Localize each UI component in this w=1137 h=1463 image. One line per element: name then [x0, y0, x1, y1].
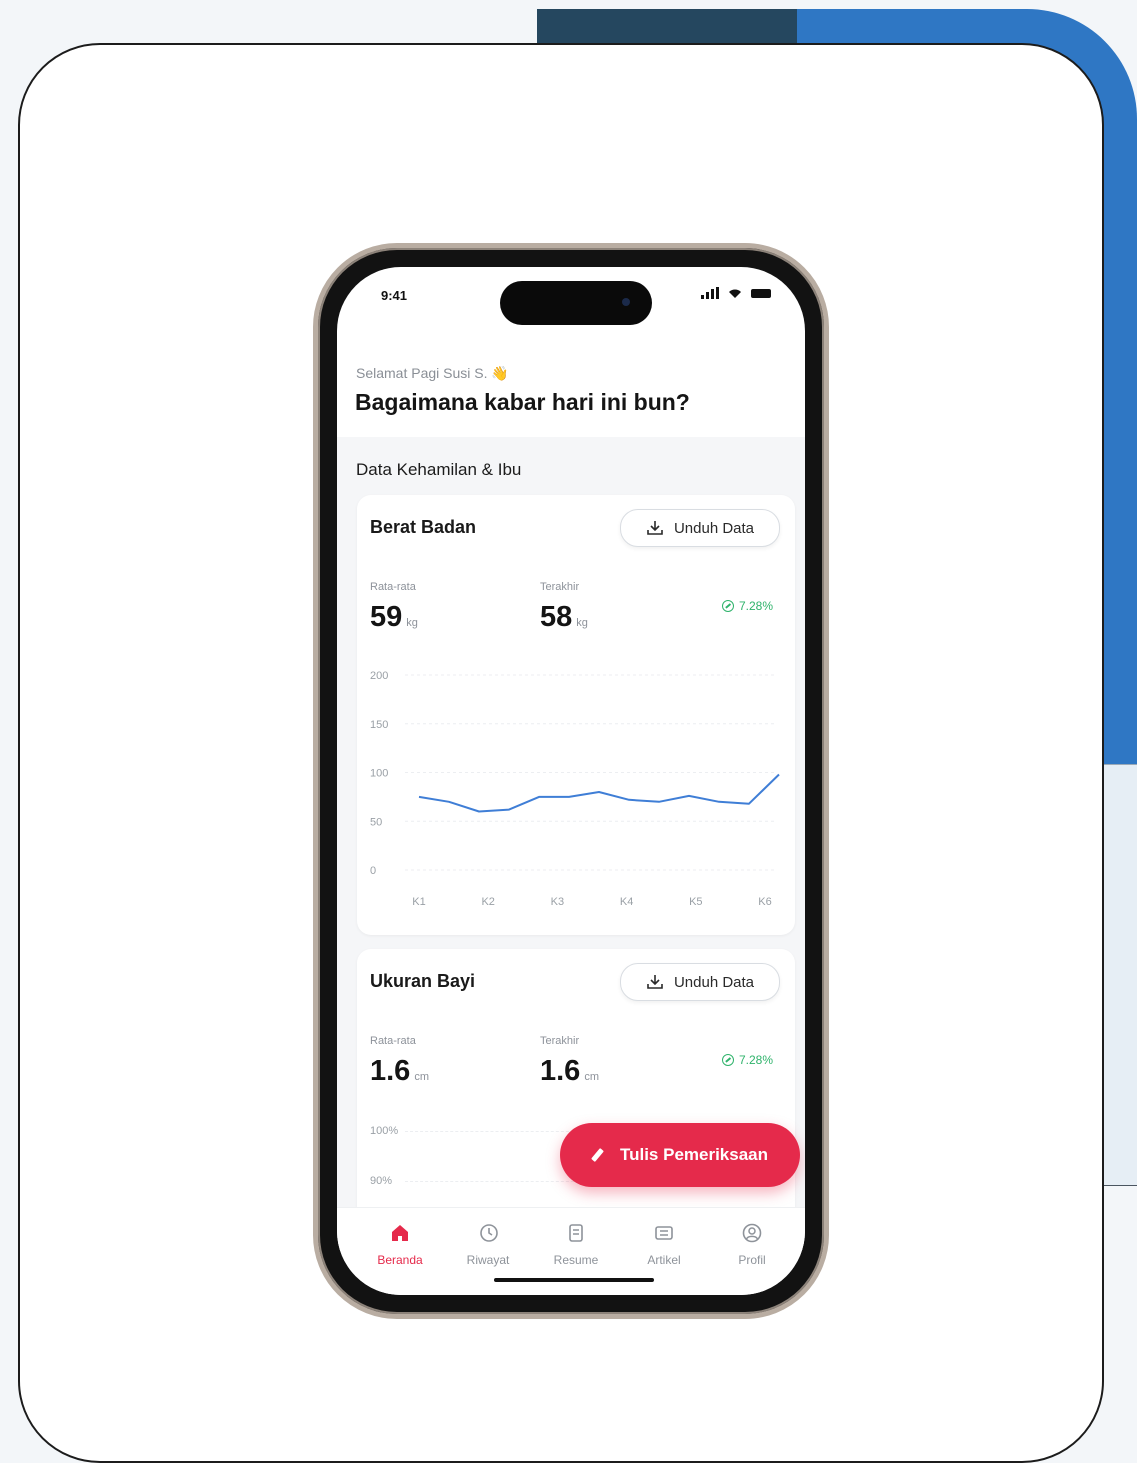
baby-avg-unit: cm [414, 1071, 429, 1083]
tab-riwayat[interactable]: Riwayat [448, 1222, 528, 1267]
home-indicator [494, 1278, 654, 1282]
weight-last-label: Terakhir [540, 581, 580, 593]
wifi-icon [729, 289, 741, 298]
chart-x-tick: K3 [551, 896, 564, 908]
chart-y-tick: 50 [370, 816, 382, 828]
baby-download-label: Unduh Data [673, 973, 755, 991]
weight-download-label: Unduh Data [673, 519, 755, 537]
write-checkup-label: Tulis Pemeriksaan [619, 1145, 769, 1164]
baby-avg-number: 1.6 [370, 1055, 411, 1087]
baby-trend: 7.28% [721, 1053, 773, 1067]
document-icon [569, 1224, 583, 1242]
chart-y-tick: 0 [370, 865, 376, 877]
weight-download-button[interactable]: Unduh Data [620, 509, 780, 547]
wave-emoji-icon: 👋 [491, 365, 509, 381]
tab-profil[interactable]: Profil [712, 1222, 792, 1267]
weight-last-value: 58 kg [540, 601, 588, 634]
chart-x-tick: K2 [481, 896, 494, 908]
greeting-question: Bagaimana kabar hari ini bun? [355, 389, 690, 415]
tab-label: Riwayat [466, 1253, 510, 1267]
chart-y-tick: 200 [370, 670, 388, 682]
baby-ytick: 100% [370, 1125, 399, 1137]
weight-avg-number: 59 [370, 601, 403, 633]
tab-artikel[interactable]: Artikel [624, 1222, 704, 1267]
status-time: 9:41 [381, 288, 408, 303]
weight-trend-value: 7.28% [738, 599, 773, 613]
chart-x-tick: K5 [689, 896, 702, 908]
baby-download-button[interactable]: Unduh Data [620, 963, 780, 1001]
chart-x-tick: K1 [412, 896, 425, 908]
download-icon [647, 521, 663, 535]
baby-avg-label: Rata-rata [370, 1035, 416, 1047]
weight-card-title: Berat Badan [370, 517, 477, 537]
baby-last-unit: cm [584, 1071, 599, 1083]
chart-y-tick: 150 [370, 719, 388, 731]
trend-up-icon [721, 600, 734, 612]
tab-label: Beranda [377, 1253, 423, 1267]
tab-label: Resume [553, 1253, 599, 1267]
weight-line-chart: 200 150 100 50 0 K1 K2 K3 K4 K5 K6 [370, 670, 780, 908]
weight-avg-value: 59 kg [370, 601, 418, 634]
tab-beranda[interactable]: Beranda [360, 1222, 440, 1267]
content-scroll-area[interactable]: Data Kehamilan & Ibu Berat Badan Unduh D… [337, 437, 805, 1207]
trend-up-icon [721, 1054, 734, 1066]
baby-trend-value: 7.28% [738, 1053, 773, 1067]
camera-dot [622, 298, 630, 306]
signal-icon [701, 287, 719, 299]
baby-avg-value: 1.6 cm [370, 1055, 429, 1088]
weight-last-number: 58 [540, 601, 573, 633]
dynamic-island [500, 281, 652, 325]
chart-y-tick: 100 [370, 768, 388, 780]
profile-icon [742, 1223, 762, 1243]
chart-x-tick: K6 [758, 896, 771, 908]
baby-last-label: Terakhir [540, 1035, 580, 1047]
weight-avg-label: Rata-rata [370, 581, 416, 593]
weight-avg-unit: kg [406, 617, 418, 629]
history-icon [480, 1224, 498, 1242]
baby-last-value: 1.6 cm [540, 1055, 599, 1088]
write-checkup-button[interactable]: Tulis Pemeriksaan [560, 1123, 800, 1187]
phone-mockup: 9:41 Selamat Pagi Susi S. 👋 Bagaimana ka… [313, 243, 829, 1319]
baby-last-number: 1.6 [540, 1055, 581, 1087]
chart-series-line [418, 773, 780, 813]
weight-card: Berat Badan Unduh Data Rata-rata 59 kg Te… [357, 495, 795, 935]
greeting-text: Selamat Pagi Susi S. 👋 [356, 365, 509, 382]
baby-card-title: Ukuran Bayi [370, 971, 476, 991]
home-icon [392, 1225, 408, 1241]
greeting-header: Selamat Pagi Susi S. 👋 Bagaimana kabar h… [337, 341, 805, 438]
baby-ytick: 90% [370, 1175, 393, 1187]
weight-trend: 7.28% [721, 599, 773, 613]
pencil-icon [592, 1148, 608, 1162]
phone-screen: 9:41 Selamat Pagi Susi S. 👋 Bagaimana ka… [337, 267, 805, 1295]
tab-label: Profil [738, 1253, 766, 1267]
weight-last-unit: kg [576, 617, 588, 629]
tab-label: Artikel [647, 1253, 681, 1267]
greeting-label: Selamat Pagi Susi S. [356, 365, 488, 381]
section-title: Data Kehamilan & Ibu [356, 460, 522, 479]
download-icon [647, 975, 663, 989]
chart-x-tick: K4 [620, 896, 633, 908]
status-icons [701, 287, 771, 299]
battery-icon [751, 288, 771, 298]
article-icon [655, 1226, 673, 1240]
tab-resume[interactable]: Resume [536, 1222, 616, 1267]
